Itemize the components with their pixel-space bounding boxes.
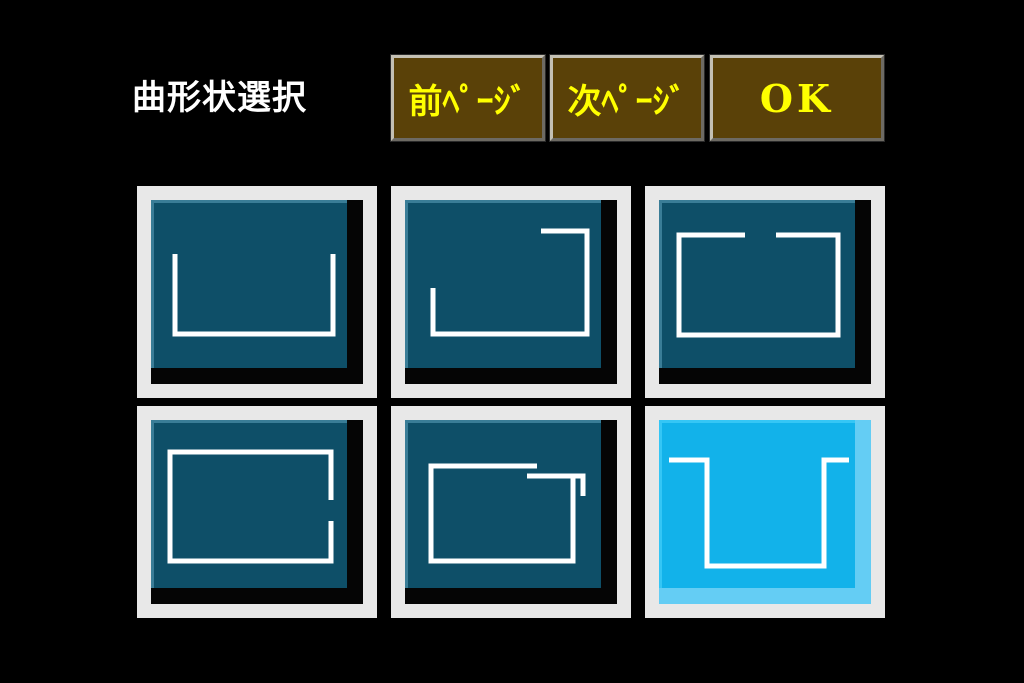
rectangle-gap-right-icon [167, 449, 334, 564]
shape-tile-face [405, 420, 617, 604]
shape-tile-face [151, 420, 363, 604]
shape-tile-u-open-top[interactable] [137, 186, 377, 398]
shape-tile-u-with-flanges[interactable] [645, 406, 885, 618]
shape-tile-face-selected [659, 420, 871, 604]
u-with-flanges-icon [669, 457, 849, 569]
ok-button[interactable]: OK [709, 54, 885, 142]
u-open-top-icon [172, 254, 336, 337]
rectangle-gap-top-icon [676, 232, 841, 338]
shape-tile-face [659, 200, 871, 384]
shape-tile-rectangle-gap-top-right[interactable] [391, 406, 631, 618]
shape-tile-face [405, 200, 617, 384]
prev-page-button[interactable]: 前ﾍﾟｰｼﾞ [390, 54, 546, 142]
page-title: 曲形状選択 [132, 78, 307, 118]
shape-tile-rectangle-gap-right[interactable] [137, 406, 377, 618]
next-page-button[interactable]: 次ﾍﾟｰｼﾞ [549, 54, 705, 142]
ok-label: OK [759, 75, 835, 121]
u-with-top-right-hook-icon [430, 228, 590, 337]
next-page-label: 次ﾍﾟｰｼﾞ [567, 81, 687, 122]
rectangle-gap-top-right-icon [428, 463, 586, 564]
prev-page-label: 前ﾍﾟｰｼﾞ [408, 81, 528, 122]
shape-tile-rectangle-gap-top[interactable] [645, 186, 885, 398]
shape-tile-face [151, 200, 363, 384]
shape-tile-u-with-top-right-hook[interactable] [391, 186, 631, 398]
